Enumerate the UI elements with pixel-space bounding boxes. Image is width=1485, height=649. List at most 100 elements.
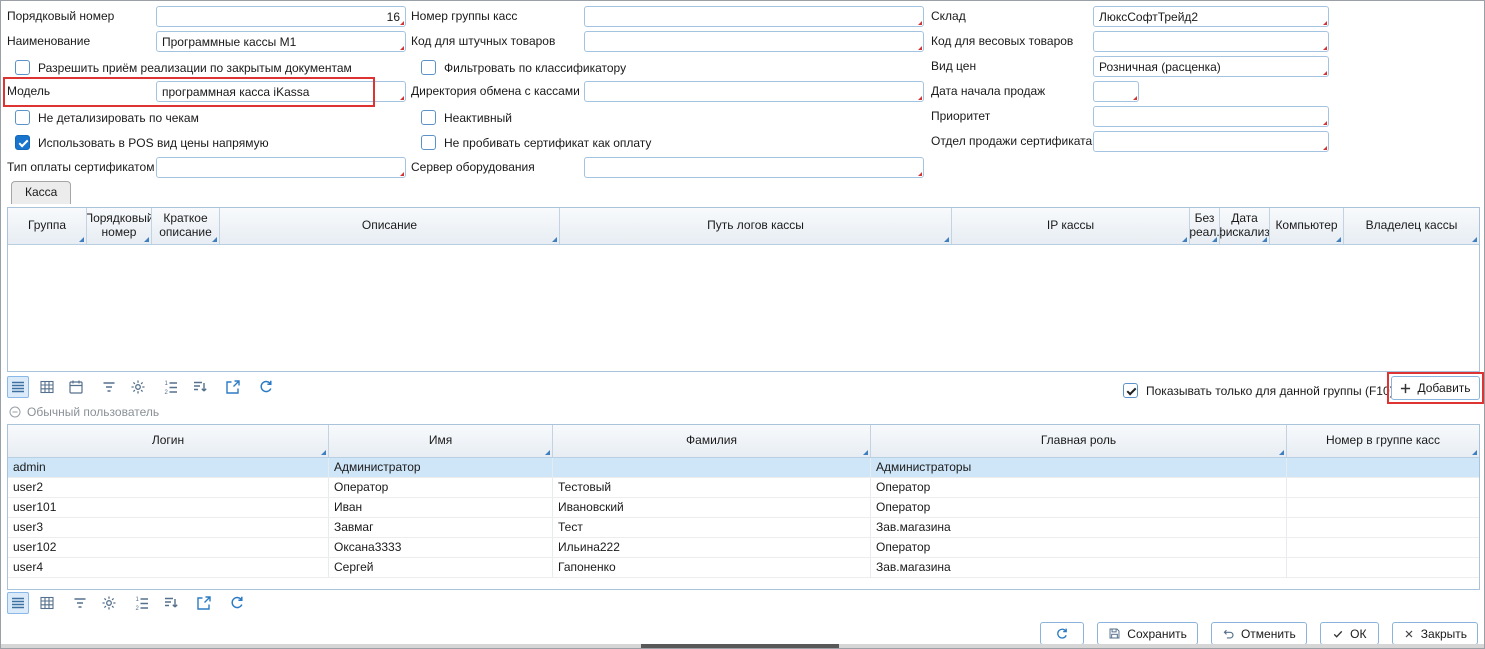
group-number-input[interactable] bbox=[584, 6, 924, 27]
column-header[interactable]: Главная роль bbox=[871, 425, 1287, 457]
exchange-dir-input[interactable] bbox=[584, 81, 924, 102]
piece-goods-code-label: Код для штучных товаров bbox=[411, 31, 555, 52]
column-header[interactable]: Путь логов кассы bbox=[560, 208, 952, 244]
name-input[interactable] bbox=[156, 31, 406, 52]
column-header[interactable]: Краткое описание bbox=[152, 208, 220, 244]
table-cell: user4 bbox=[8, 558, 329, 577]
settings-gear-icon[interactable] bbox=[127, 376, 149, 398]
table-cell: Тест bbox=[553, 518, 871, 537]
column-header[interactable]: Группа bbox=[8, 208, 87, 244]
user-table: Логин Имя Фамилия Главная роль Номер в г… bbox=[7, 424, 1480, 590]
tab-cash[interactable]: Касса bbox=[11, 181, 71, 204]
column-header[interactable]: Порядковый номер bbox=[87, 208, 152, 244]
cancel-button-label: Отменить bbox=[1241, 627, 1296, 641]
column-header[interactable]: Дата фискализ. bbox=[1220, 208, 1270, 244]
sort-icon[interactable] bbox=[189, 376, 211, 398]
table-cell: Тестовый bbox=[553, 478, 871, 497]
table-cell: Администраторы bbox=[871, 458, 1287, 477]
table-cell: Гапоненко bbox=[553, 558, 871, 577]
column-header[interactable]: Компьютер bbox=[1270, 208, 1344, 244]
user-table-header: Логин Имя Фамилия Главная роль Номер в г… bbox=[8, 425, 1479, 458]
sort-icon[interactable] bbox=[160, 592, 182, 614]
column-header[interactable]: Фамилия bbox=[553, 425, 871, 457]
equipment-server-label: Сервер оборудования bbox=[411, 157, 535, 178]
user-toolbar: 12 bbox=[7, 592, 248, 614]
filter-classifier-checkbox[interactable] bbox=[421, 60, 436, 75]
refresh-icon[interactable] bbox=[226, 592, 248, 614]
svg-text:2: 2 bbox=[136, 606, 140, 611]
cash-table-header: Группа Порядковый номер Краткое описание… bbox=[8, 208, 1479, 245]
table-cell: user3 bbox=[8, 518, 329, 537]
open-external-icon[interactable] bbox=[222, 376, 244, 398]
piece-goods-code-input[interactable] bbox=[584, 31, 924, 52]
sales-start-date-input[interactable] bbox=[1093, 81, 1139, 102]
table-cell bbox=[553, 458, 871, 477]
name-label: Наименование bbox=[7, 31, 90, 52]
view-grid-icon[interactable] bbox=[36, 592, 58, 614]
table-cell: Оксана3333 bbox=[329, 538, 553, 557]
table-cell bbox=[1287, 498, 1479, 517]
inactive-checkbox[interactable] bbox=[421, 110, 436, 125]
table-row[interactable]: user3ЗавмагТестЗав.магазина bbox=[8, 518, 1479, 538]
table-row[interactable]: user102Оксана3333Ильина222Оператор bbox=[8, 538, 1479, 558]
ok-button[interactable]: ОК bbox=[1320, 622, 1379, 645]
table-cell: Сергей bbox=[329, 558, 553, 577]
cert-payment-type-label: Тип оплаты сертификатом bbox=[7, 157, 154, 178]
table-row[interactable]: user2ОператорТестовыйОператор bbox=[8, 478, 1479, 498]
column-header[interactable]: Номер в группе касс bbox=[1287, 425, 1479, 457]
show-only-group-label: Показывать только для данной группы (F10… bbox=[1146, 384, 1394, 398]
weight-goods-code-input[interactable] bbox=[1093, 31, 1329, 52]
table-row[interactable]: user4СергейГапоненкоЗав.магазина bbox=[8, 558, 1479, 578]
column-header[interactable]: Описание bbox=[220, 208, 560, 244]
cert-sales-dept-input[interactable] bbox=[1093, 131, 1329, 152]
view-list-icon[interactable] bbox=[7, 376, 29, 398]
column-header[interactable]: Имя bbox=[329, 425, 553, 457]
filter-icon[interactable] bbox=[69, 592, 91, 614]
column-header[interactable]: IP кассы bbox=[952, 208, 1190, 244]
inactive-label: Неактивный bbox=[444, 111, 512, 125]
cancel-button[interactable]: Отменить bbox=[1211, 622, 1307, 645]
view-grid-icon[interactable] bbox=[36, 376, 58, 398]
numbered-list-icon[interactable]: 12 bbox=[131, 592, 153, 614]
add-button[interactable]: Добавить bbox=[1391, 376, 1480, 400]
settings-gear-icon[interactable] bbox=[98, 592, 120, 614]
table-cell: Оператор bbox=[871, 498, 1287, 517]
price-type-input[interactable] bbox=[1093, 56, 1329, 77]
table-cell: user2 bbox=[8, 478, 329, 497]
allow-closed-docs-checkbox[interactable] bbox=[15, 60, 30, 75]
taskbar-sliver bbox=[641, 644, 839, 648]
open-external-icon[interactable] bbox=[193, 592, 215, 614]
refresh-button[interactable] bbox=[1040, 622, 1084, 645]
no-cert-as-payment-label: Не пробивать сертификат как оплату bbox=[444, 136, 651, 150]
use-pos-price-checkbox[interactable] bbox=[15, 135, 30, 150]
collapse-icon[interactable] bbox=[9, 406, 21, 418]
column-header[interactable]: Логин bbox=[8, 425, 329, 457]
refresh-icon[interactable] bbox=[255, 376, 277, 398]
table-row[interactable]: user101ИванИвановскийОператор bbox=[8, 498, 1479, 518]
add-button-label: Добавить bbox=[1417, 381, 1470, 395]
svg-text:2: 2 bbox=[165, 390, 169, 395]
filter-icon[interactable] bbox=[98, 376, 120, 398]
cash-table: Группа Порядковый номер Краткое описание… bbox=[7, 207, 1480, 372]
svg-text:1: 1 bbox=[165, 381, 169, 387]
cert-payment-type-input[interactable] bbox=[156, 157, 406, 178]
table-cell bbox=[1287, 458, 1479, 477]
close-button[interactable]: Закрыть bbox=[1392, 622, 1478, 645]
table-row[interactable]: adminАдминистраторАдминистраторы bbox=[8, 458, 1479, 478]
show-only-group-checkbox[interactable] bbox=[1123, 383, 1138, 398]
save-button[interactable]: Сохранить bbox=[1097, 622, 1198, 645]
seq-number-label: Порядковый номер bbox=[7, 6, 114, 27]
no-detail-checks-checkbox[interactable] bbox=[15, 110, 30, 125]
no-cert-as-payment-checkbox[interactable] bbox=[421, 135, 436, 150]
model-input[interactable] bbox=[156, 81, 406, 102]
seq-number-input[interactable] bbox=[156, 6, 406, 27]
warehouse-input[interactable] bbox=[1093, 6, 1329, 27]
plus-icon bbox=[1400, 383, 1411, 394]
column-header[interactable]: Без реал. bbox=[1190, 208, 1220, 244]
calendar-icon[interactable] bbox=[65, 376, 87, 398]
priority-input[interactable] bbox=[1093, 106, 1329, 127]
numbered-list-icon[interactable]: 12 bbox=[160, 376, 182, 398]
view-list-icon[interactable] bbox=[7, 592, 29, 614]
equipment-server-input[interactable] bbox=[584, 157, 924, 178]
column-header[interactable]: Владелец кассы bbox=[1344, 208, 1479, 244]
